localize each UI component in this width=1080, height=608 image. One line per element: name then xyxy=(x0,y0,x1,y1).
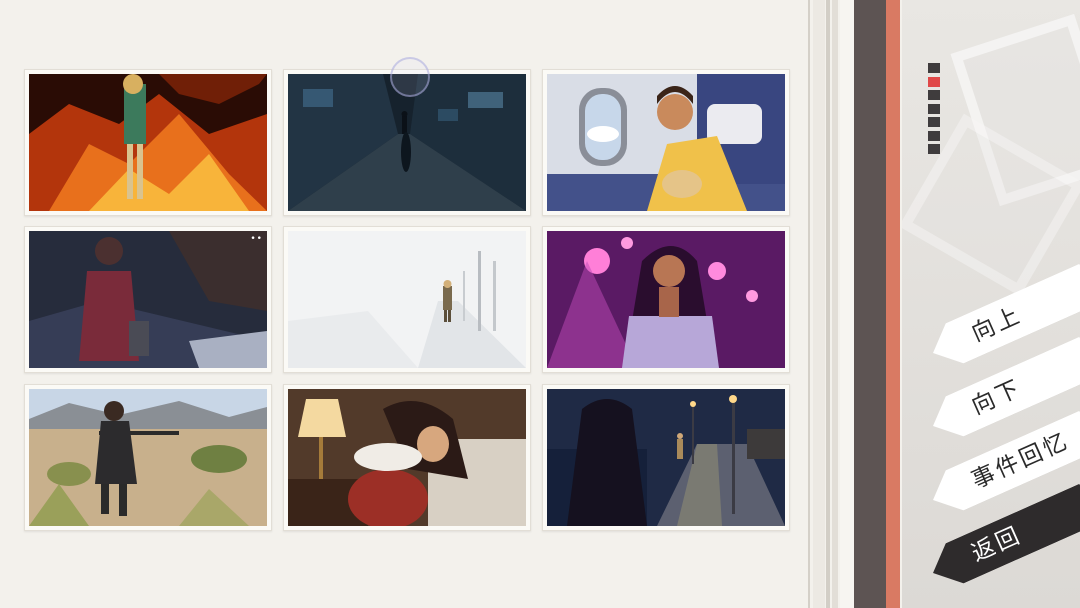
page-dot[interactable] xyxy=(928,130,940,141)
divider-band xyxy=(813,0,825,608)
page-dot-active[interactable] xyxy=(928,76,940,87)
airplane-window-image xyxy=(547,74,785,211)
night-seaside-road-image xyxy=(547,389,785,526)
neon-stage-singer-image xyxy=(547,231,785,368)
divider-band xyxy=(832,0,838,608)
divider-line xyxy=(808,0,810,608)
gallery-thumb-4[interactable]: •• xyxy=(24,226,272,373)
gallery-thumb-1[interactable] xyxy=(24,69,272,216)
page-dot[interactable] xyxy=(928,63,940,73)
desert-sniper-image xyxy=(29,389,267,526)
badge-dots: •• xyxy=(250,234,263,244)
page-dot[interactable] xyxy=(928,117,940,127)
page-dot[interactable] xyxy=(928,90,940,100)
burning-city-image xyxy=(29,74,267,211)
cg-gallery-grid: •• xyxy=(24,69,790,531)
dark-stripe xyxy=(854,0,886,608)
gallery-thumb-8[interactable] xyxy=(283,384,531,531)
gallery-thumb-3[interactable] xyxy=(542,69,790,216)
gallery-thumb-6[interactable] xyxy=(542,226,790,373)
gallery-thumb-5[interactable] xyxy=(283,226,531,373)
divider-line xyxy=(826,0,830,608)
divider-band xyxy=(840,0,854,608)
page-indicator xyxy=(928,63,942,158)
gallery-thumb-7[interactable] xyxy=(24,384,272,531)
accent-stripe xyxy=(886,0,900,608)
gallery-thumb-9[interactable] xyxy=(542,384,790,531)
lamp-sleeping-woman-image xyxy=(288,389,526,526)
snowy-street-image xyxy=(288,231,526,368)
page-dot[interactable] xyxy=(928,103,940,114)
dim-room-woman-image xyxy=(29,231,267,368)
page-dot[interactable] xyxy=(928,144,940,154)
page-cursor-ring xyxy=(390,57,430,97)
